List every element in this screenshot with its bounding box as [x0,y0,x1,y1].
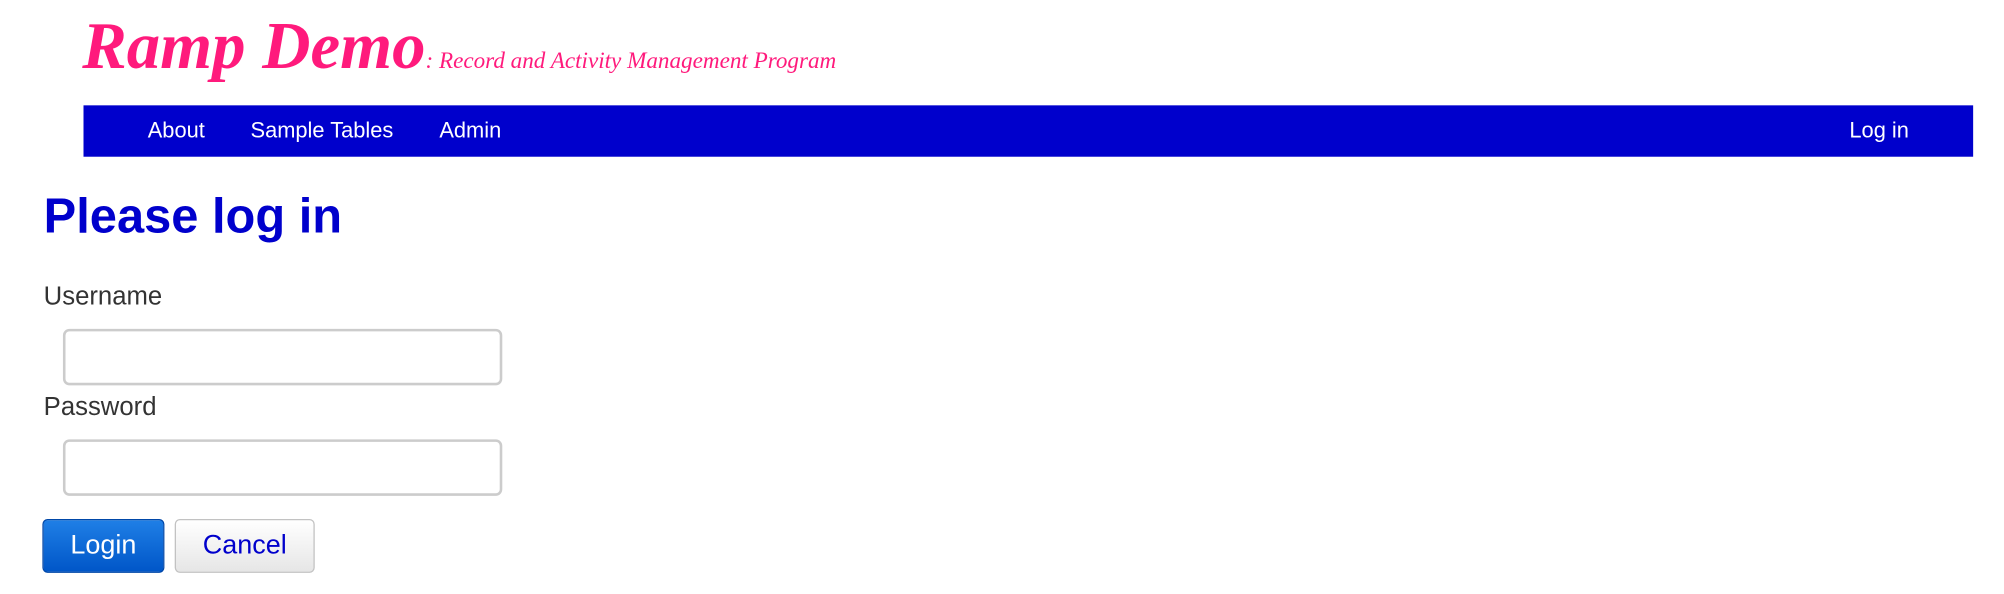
page-title: Please log in [43,190,343,245]
username-label: Username [43,282,163,311]
page: Ramp Demo: Record and Activity Managemen… [0,0,2004,593]
cancel-button[interactable]: Cancel [174,518,315,573]
nav-item-sample-tables[interactable]: Sample Tables [250,105,393,156]
nav-item-log-in[interactable]: Log in [1849,105,1909,156]
brand-title: Ramp Demo [82,10,426,84]
brand-header: Ramp Demo: Record and Activity Managemen… [82,8,836,88]
password-input[interactable] [62,439,503,496]
brand-subtitle: : Record and Activity Management Program [425,47,837,74]
nav-item-admin[interactable]: Admin [439,105,501,156]
top-navbar: About Sample Tables Admin Log in [83,105,1974,157]
password-label: Password [43,393,157,422]
nav-item-about[interactable]: About [148,105,205,156]
login-button[interactable]: Login [42,518,165,573]
username-input[interactable] [62,328,503,386]
